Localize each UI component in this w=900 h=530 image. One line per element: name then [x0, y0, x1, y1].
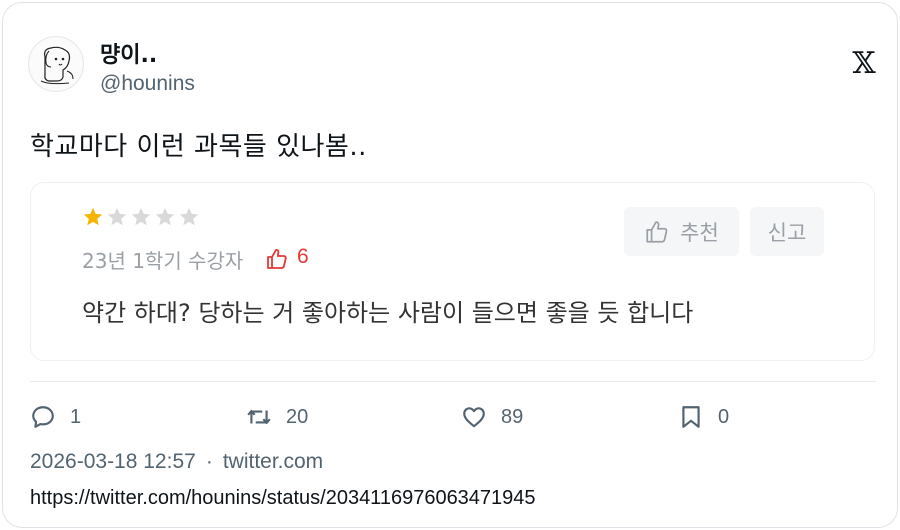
- star-empty-icon: [131, 207, 151, 226]
- tweet-text: 학교마다 이런 과목들 있나봄..: [30, 132, 367, 162]
- thumbs-up-icon: [267, 249, 287, 269]
- tweet-url[interactable]: https://twitter.com/hounins/status/20341…: [30, 487, 536, 510]
- retweet-icon: [247, 409, 271, 425]
- review-text: 약간 하대? 당하는 거 좋아하는 사람이 들으면 좋을 듯 합니다: [82, 299, 694, 327]
- report-label: 신고: [767, 220, 807, 245]
- puppy-avatar-icon: [40, 46, 74, 85]
- reply-icon: [32, 406, 54, 428]
- bookmark-icon: [682, 406, 700, 428]
- timestamp-row: 2026-03-18 12:57 · twitter.com: [30, 450, 323, 474]
- report-button[interactable]: 신고: [750, 207, 824, 256]
- quoted-review-card: 23년 1학기 수강자 6 약간 하대? 당하는 거 좋아하는 사람이 들으면 …: [30, 182, 875, 361]
- like-action[interactable]: 89: [461, 403, 523, 431]
- tweet-card: 먕이.. @hounins 𝕏 학교마다 이런 과목들 있나봄.. 23년 1학…: [2, 2, 898, 528]
- retweet-action[interactable]: 20: [246, 403, 308, 431]
- bookmark-action[interactable]: 0: [678, 403, 729, 431]
- separator-dot: ·: [205, 450, 213, 473]
- x-logo-icon[interactable]: 𝕏: [851, 49, 877, 79]
- star-filled-icon: [83, 207, 103, 226]
- star-empty-icon: [107, 207, 127, 226]
- semester-label: 23년 1학기 수강자: [82, 249, 244, 273]
- reply-action[interactable]: 1: [30, 403, 81, 431]
- retweet-count: 20: [286, 405, 309, 428]
- recommend-label: 추천: [680, 220, 719, 245]
- divider: [30, 381, 876, 382]
- review-like-count: 6: [297, 245, 309, 268]
- author-handle[interactable]: @hounins: [100, 72, 195, 96]
- source-link[interactable]: twitter.com: [223, 450, 323, 474]
- like-count: 89: [501, 405, 524, 428]
- bookmark-count: 0: [718, 405, 730, 428]
- thumbs-up-icon: [646, 220, 668, 243]
- timestamp[interactable]: 2026-03-18 12:57: [30, 450, 196, 474]
- display-name[interactable]: 먕이..: [100, 37, 157, 69]
- star-empty-icon: [155, 207, 175, 226]
- star-empty-icon: [179, 207, 199, 226]
- recommend-button[interactable]: 추천: [624, 207, 739, 256]
- avatar[interactable]: [28, 36, 84, 92]
- reply-count: 1: [70, 405, 82, 428]
- heart-icon: [463, 407, 485, 428]
- star-rating: [82, 206, 200, 228]
